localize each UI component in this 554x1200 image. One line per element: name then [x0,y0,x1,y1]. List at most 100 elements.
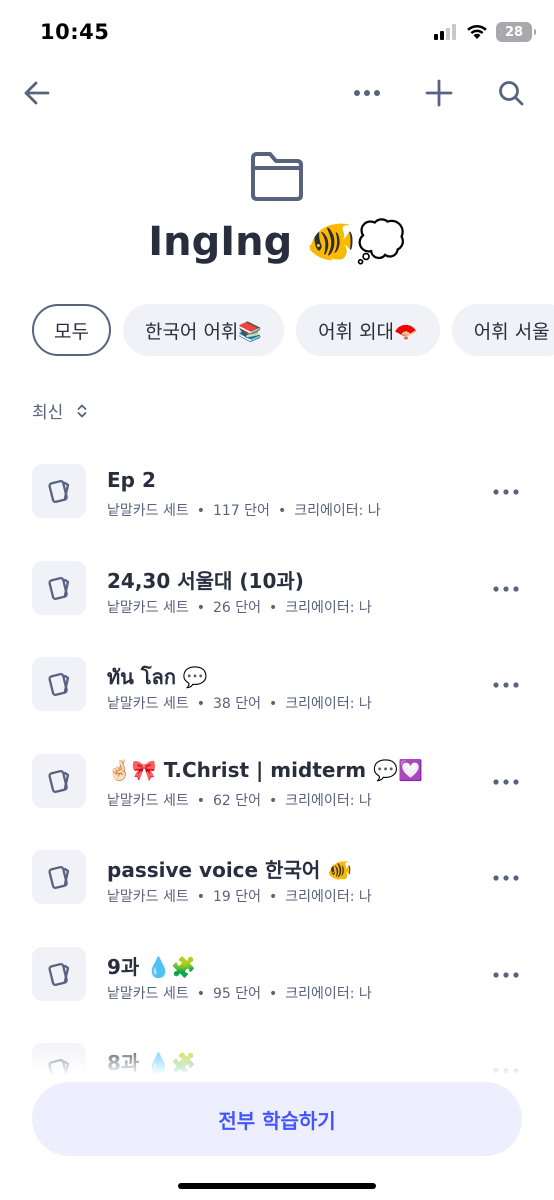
study-set-row[interactable]: Ep 2 낱말카드 세트 • 117 단어 • 크리에이터: 나 [0,448,554,544]
study-all-button[interactable]: 전부 학습하기 [32,1082,522,1156]
set-creator: 크리에이터: 나 [285,889,372,905]
more-horizontal-icon [493,585,519,592]
status-indicators: 28 [434,22,536,42]
battery-icon: 28 [496,22,536,42]
set-type: 낱말카드 세트 [107,889,189,905]
more-horizontal-icon [493,971,519,978]
filter-chip-all[interactable]: 모두 [32,304,111,356]
set-creator: 크리에이터: 나 [285,599,372,616]
set-type: 낱말카드 세트 [107,985,189,1002]
flashcards-icon [48,672,70,697]
study-set-row[interactable]: ทัน โลก 💬 낱말카드 세트 • 38 단어 • 크리에이터: 나 [0,641,554,737]
page-title: IngIng 🐠💭 [148,219,406,265]
set-creator: 크리에이터: 나 [285,792,372,809]
more-horizontal-icon [354,90,380,96]
flashcards-icon [48,962,70,986]
set-meta: 낱말카드 세트 • 95 단어 • 크리에이터: 나 [107,983,372,1003]
filter-chip-seoul-vocab[interactable]: 어휘 서울 [451,304,554,356]
filter-chip-hufs-vocab[interactable]: 어휘 외대🪭 [296,304,440,356]
study-set-row[interactable]: passive voice 한국어 🐠 낱말카드 세트 • 19 단어 • 크리에이터: … [0,834,554,930]
toolbar [0,70,554,116]
set-icon[interactable] [32,946,86,1001]
more-horizontal-icon [493,875,519,881]
set-more-button[interactable] [488,764,524,800]
cellular-signal-icon [434,24,456,40]
wifi-icon [467,24,487,39]
set-icon[interactable] [32,657,86,711]
set-more-button[interactable] [488,474,524,510]
status-time: 10:45 [40,20,110,44]
study-set-list: Ep 2 낱말카드 세트 • 117 단어 • 크리에이터: 나 24,30 서울대 (10… [0,448,554,1082]
set-term-count: 26 단어 [213,599,262,616]
back-arrow-icon [24,81,50,105]
set-meta: 낱말카드 세트 • 38 단어 • 크리에이터: 나 [107,693,372,713]
set-title[interactable]: 🤞🏻🎀 T.Christ | midterm 💬💟 [107,758,423,782]
study-set-row[interactable]: 24,30 서울대 (10과) 낱말카드 세트 • 26 단어 • 크리에이터: 나 [0,545,554,641]
back-button[interactable] [14,70,60,116]
set-term-count: 117 단어 [213,503,270,519]
set-meta: 낱말카드 세트 • 26 단어 • 크리에이터: 나 [107,597,372,617]
set-more-button[interactable] [488,860,524,896]
set-creator: 크리에이터: 나 [285,696,372,712]
set-type: 낱말카드 세트 [107,503,189,519]
set-term-count: 38 단어 [213,696,262,712]
study-set-row[interactable]: 9과 💧🧩 낱말카드 세트 • 95 단어 • 크리에이터: 나 [0,931,554,1027]
separator-dot: • [196,503,205,519]
set-term-count: 62 단어 [213,792,262,809]
set-title[interactable]: 9과 💧🧩 [107,951,196,980]
set-term-count: 95 단어 [213,985,262,1002]
filter-chips: 모두 한국어 어휘📚 어휘 외대🪭 어휘 서울 [32,304,554,356]
flashcards-icon [48,576,70,600]
search-button[interactable] [488,70,534,116]
separator-dot: • [196,599,205,616]
flashcards-icon [48,865,70,890]
set-icon[interactable] [32,753,86,808]
set-icon[interactable] [32,850,86,904]
separator-dot: • [269,792,278,809]
sort-label: 최신 [32,403,64,423]
sort-dropdown[interactable]: 최신 [32,398,87,423]
set-more-button[interactable] [488,571,524,607]
set-term-count: 19 단어 [213,889,262,905]
separator-dot: • [196,792,205,809]
separator-dot: • [269,696,278,712]
more-options-button[interactable] [344,70,390,116]
filter-chip-korean-vocab[interactable]: 한국어 어휘📚 [122,304,285,356]
set-type: 낱말카드 세트 [107,599,189,616]
more-horizontal-icon [493,682,519,688]
separator-dot: • [196,985,205,1002]
home-indicator [178,1183,376,1189]
set-meta: 낱말카드 세트 • 19 단어 • 크리에이터: 나 [107,886,372,906]
separator-dot: • [196,889,205,905]
set-type: 낱말카드 세트 [107,696,189,712]
flashcards-icon [48,479,70,504]
set-type: 낱말카드 세트 [107,792,189,809]
flashcards-icon [48,769,70,793]
set-meta: 낱말카드 세트 • 62 단어 • 크리에이터: 나 [107,790,372,810]
set-title[interactable]: passive voice 한국어 🐠 [107,854,352,883]
folder-icon [251,152,303,201]
set-creator: 크리에이터: 나 [285,985,372,1002]
more-horizontal-icon [493,778,519,785]
set-creator: 크리에이터: 나 [294,503,381,519]
separator-dot: • [196,696,205,712]
separator-dot: • [269,889,278,905]
set-icon[interactable] [32,464,86,518]
more-horizontal-icon [493,489,519,495]
set-more-button[interactable] [488,957,524,993]
add-button[interactable] [416,70,462,116]
separator-dot: • [269,985,278,1002]
separator-dot: • [277,503,287,519]
set-more-button[interactable] [488,667,524,703]
sort-chevron-icon [77,404,87,417]
search-icon [499,81,524,106]
plus-icon [425,79,453,107]
set-title[interactable]: ทัน โลก 💬 [107,661,208,693]
set-title[interactable]: Ep 2 [107,468,156,492]
set-icon[interactable] [32,560,86,615]
set-meta: 낱말카드 세트 • 117 단어 • 크리에이터: 나 [107,500,381,520]
status-bar: 10:45 28 [0,0,554,66]
set-title[interactable]: 24,30 서울대 (10과) [107,565,304,594]
separator-dot: • [269,599,278,616]
study-set-row[interactable]: 🤞🏻🎀 T.Christ | midterm 💬💟 낱말카드 세트 • 62 단어 • 크… [0,738,554,834]
